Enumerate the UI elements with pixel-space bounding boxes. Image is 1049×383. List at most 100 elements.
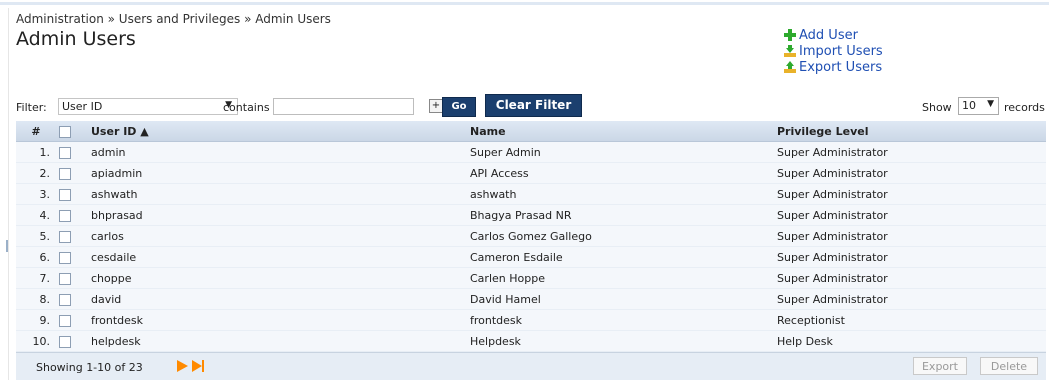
col-header-select — [56, 121, 88, 142]
add-user-label: Add User — [799, 27, 858, 43]
user-id-cell: apiadmin — [88, 162, 467, 184]
row-select-cell — [56, 183, 88, 205]
row-select-cell — [56, 162, 88, 184]
row-number: 1. — [16, 141, 56, 163]
actions-panel: Add User Import Users Export Users — [783, 27, 883, 75]
privilege-cell: Super Administrator — [774, 183, 1046, 205]
clear-filter-button[interactable]: Clear Filter — [485, 94, 582, 117]
row-number: 6. — [16, 246, 56, 268]
table-row[interactable]: 1. admin Super Admin Super Administrator — [16, 141, 1046, 163]
admin-users-table: # User ID ▲ Name Privilege Level 1. admi… — [16, 121, 1046, 352]
privilege-cell: Super Administrator — [774, 162, 1046, 184]
row-number: 2. — [16, 162, 56, 184]
row-select-cell — [56, 225, 88, 247]
table-row[interactable]: 2. apiadmin API Access Super Administrat… — [16, 162, 1046, 184]
last-page-icon[interactable] — [191, 360, 205, 372]
row-checkbox[interactable] — [59, 230, 71, 243]
show-label: Show — [922, 101, 952, 114]
col-header-number: # — [16, 121, 56, 142]
records-per-page-value: 10 — [962, 99, 976, 112]
row-checkbox[interactable] — [59, 146, 71, 159]
table-row[interactable]: 6. cesdaile Cameron Esdaile Super Admini… — [16, 246, 1046, 268]
pagination-status: Showing 1-10 of 23 — [36, 361, 143, 374]
table-row[interactable]: 3. ashwath ashwath Super Administrator — [16, 183, 1046, 205]
select-all-checkbox[interactable] — [59, 125, 71, 138]
delete-button[interactable]: Delete — [980, 357, 1038, 375]
row-checkbox[interactable] — [59, 314, 71, 327]
name-cell: Super Admin — [467, 141, 774, 163]
table-row[interactable]: 9. frontdesk frontdesk Receptionist — [16, 309, 1046, 331]
row-select-cell — [56, 267, 88, 289]
export-users-icon — [784, 61, 796, 73]
row-checkbox[interactable] — [59, 188, 71, 201]
col-header-privilege[interactable]: Privilege Level — [774, 121, 1046, 142]
filter-bar: Filter: User ID ▼ contains + Go Clear Fi… — [16, 94, 1046, 119]
name-cell: Helpdesk — [467, 330, 774, 352]
table-row[interactable]: 5. carlos Carlos Gomez Gallego Super Adm… — [16, 225, 1046, 247]
next-page-icon[interactable] — [177, 360, 188, 372]
row-number: 9. — [16, 309, 56, 331]
user-id-cell: admin — [88, 141, 467, 163]
breadcrumb: Administration » Users and Privileges » … — [16, 12, 331, 26]
contains-label: contains — [223, 101, 270, 114]
row-select-cell — [56, 204, 88, 226]
row-checkbox[interactable] — [59, 272, 71, 285]
filter-text-input[interactable] — [273, 98, 414, 115]
name-cell: Bhagya Prasad NR — [467, 204, 774, 226]
table-footer: Showing 1-10 of 23 Export Delete — [16, 352, 1046, 380]
name-cell: API Access — [467, 162, 774, 184]
records-per-page-select[interactable]: 10 ▼ — [958, 97, 999, 115]
row-select-cell — [56, 309, 88, 331]
plus-icon: + — [431, 100, 441, 111]
pager-controls — [177, 360, 205, 375]
table-row[interactable]: 7. choppe Carlen Hoppe Super Administrat… — [16, 267, 1046, 289]
user-id-cell: cesdaile — [88, 246, 467, 268]
name-cell: David Hamel — [467, 288, 774, 310]
user-id-cell: frontdesk — [88, 309, 467, 331]
name-cell: ashwath — [467, 183, 774, 205]
user-id-cell: bhprasad — [88, 204, 467, 226]
row-number: 3. — [16, 183, 56, 205]
page-title: Admin Users — [16, 28, 136, 50]
col-header-name[interactable]: Name — [467, 121, 774, 142]
name-cell: Carlos Gomez Gallego — [467, 225, 774, 247]
privilege-cell: Super Administrator — [774, 267, 1046, 289]
user-id-cell: choppe — [88, 267, 467, 289]
row-number: 8. — [16, 288, 56, 310]
add-user-icon — [784, 29, 796, 41]
table-row[interactable]: 8. david David Hamel Super Administrator — [16, 288, 1046, 310]
row-checkbox[interactable] — [59, 293, 71, 306]
import-users-label: Import Users — [799, 43, 883, 59]
name-cell: frontdesk — [467, 309, 774, 331]
row-number: 7. — [16, 267, 56, 289]
left-panel-handle[interactable] — [6, 240, 8, 252]
import-users-link[interactable]: Import Users — [783, 43, 883, 59]
row-checkbox[interactable] — [59, 167, 71, 180]
table-row[interactable]: 10. helpdesk Helpdesk Help Desk — [16, 330, 1046, 352]
import-users-icon — [784, 45, 796, 57]
privilege-cell: Super Administrator — [774, 225, 1046, 247]
export-users-link[interactable]: Export Users — [783, 59, 883, 75]
add-user-link[interactable]: Add User — [783, 27, 883, 43]
col-header-user-id[interactable]: User ID ▲ — [88, 121, 467, 142]
export-users-label: Export Users — [799, 59, 883, 75]
row-checkbox[interactable] — [59, 335, 71, 348]
filter-field-select[interactable]: User ID ▼ — [58, 98, 238, 115]
chevron-down-icon: ▼ — [987, 99, 994, 109]
row-checkbox[interactable] — [59, 251, 71, 264]
privilege-cell: Super Administrator — [774, 288, 1046, 310]
left-divider — [8, 8, 9, 380]
export-button[interactable]: Export — [913, 357, 967, 375]
row-select-cell — [56, 246, 88, 268]
user-id-cell: helpdesk — [88, 330, 467, 352]
row-checkbox[interactable] — [59, 209, 71, 222]
user-id-cell: carlos — [88, 225, 467, 247]
privilege-cell: Super Administrator — [774, 246, 1046, 268]
row-number: 10. — [16, 330, 56, 352]
row-select-cell — [56, 330, 88, 352]
table-row[interactable]: 4. bhprasad Bhagya Prasad NR Super Admin… — [16, 204, 1046, 226]
filter-field-value: User ID — [62, 100, 103, 113]
table-header-row: # User ID ▲ Name Privilege Level — [16, 121, 1046, 142]
add-filter-button[interactable]: + — [429, 99, 443, 113]
go-button[interactable]: Go — [442, 97, 476, 117]
